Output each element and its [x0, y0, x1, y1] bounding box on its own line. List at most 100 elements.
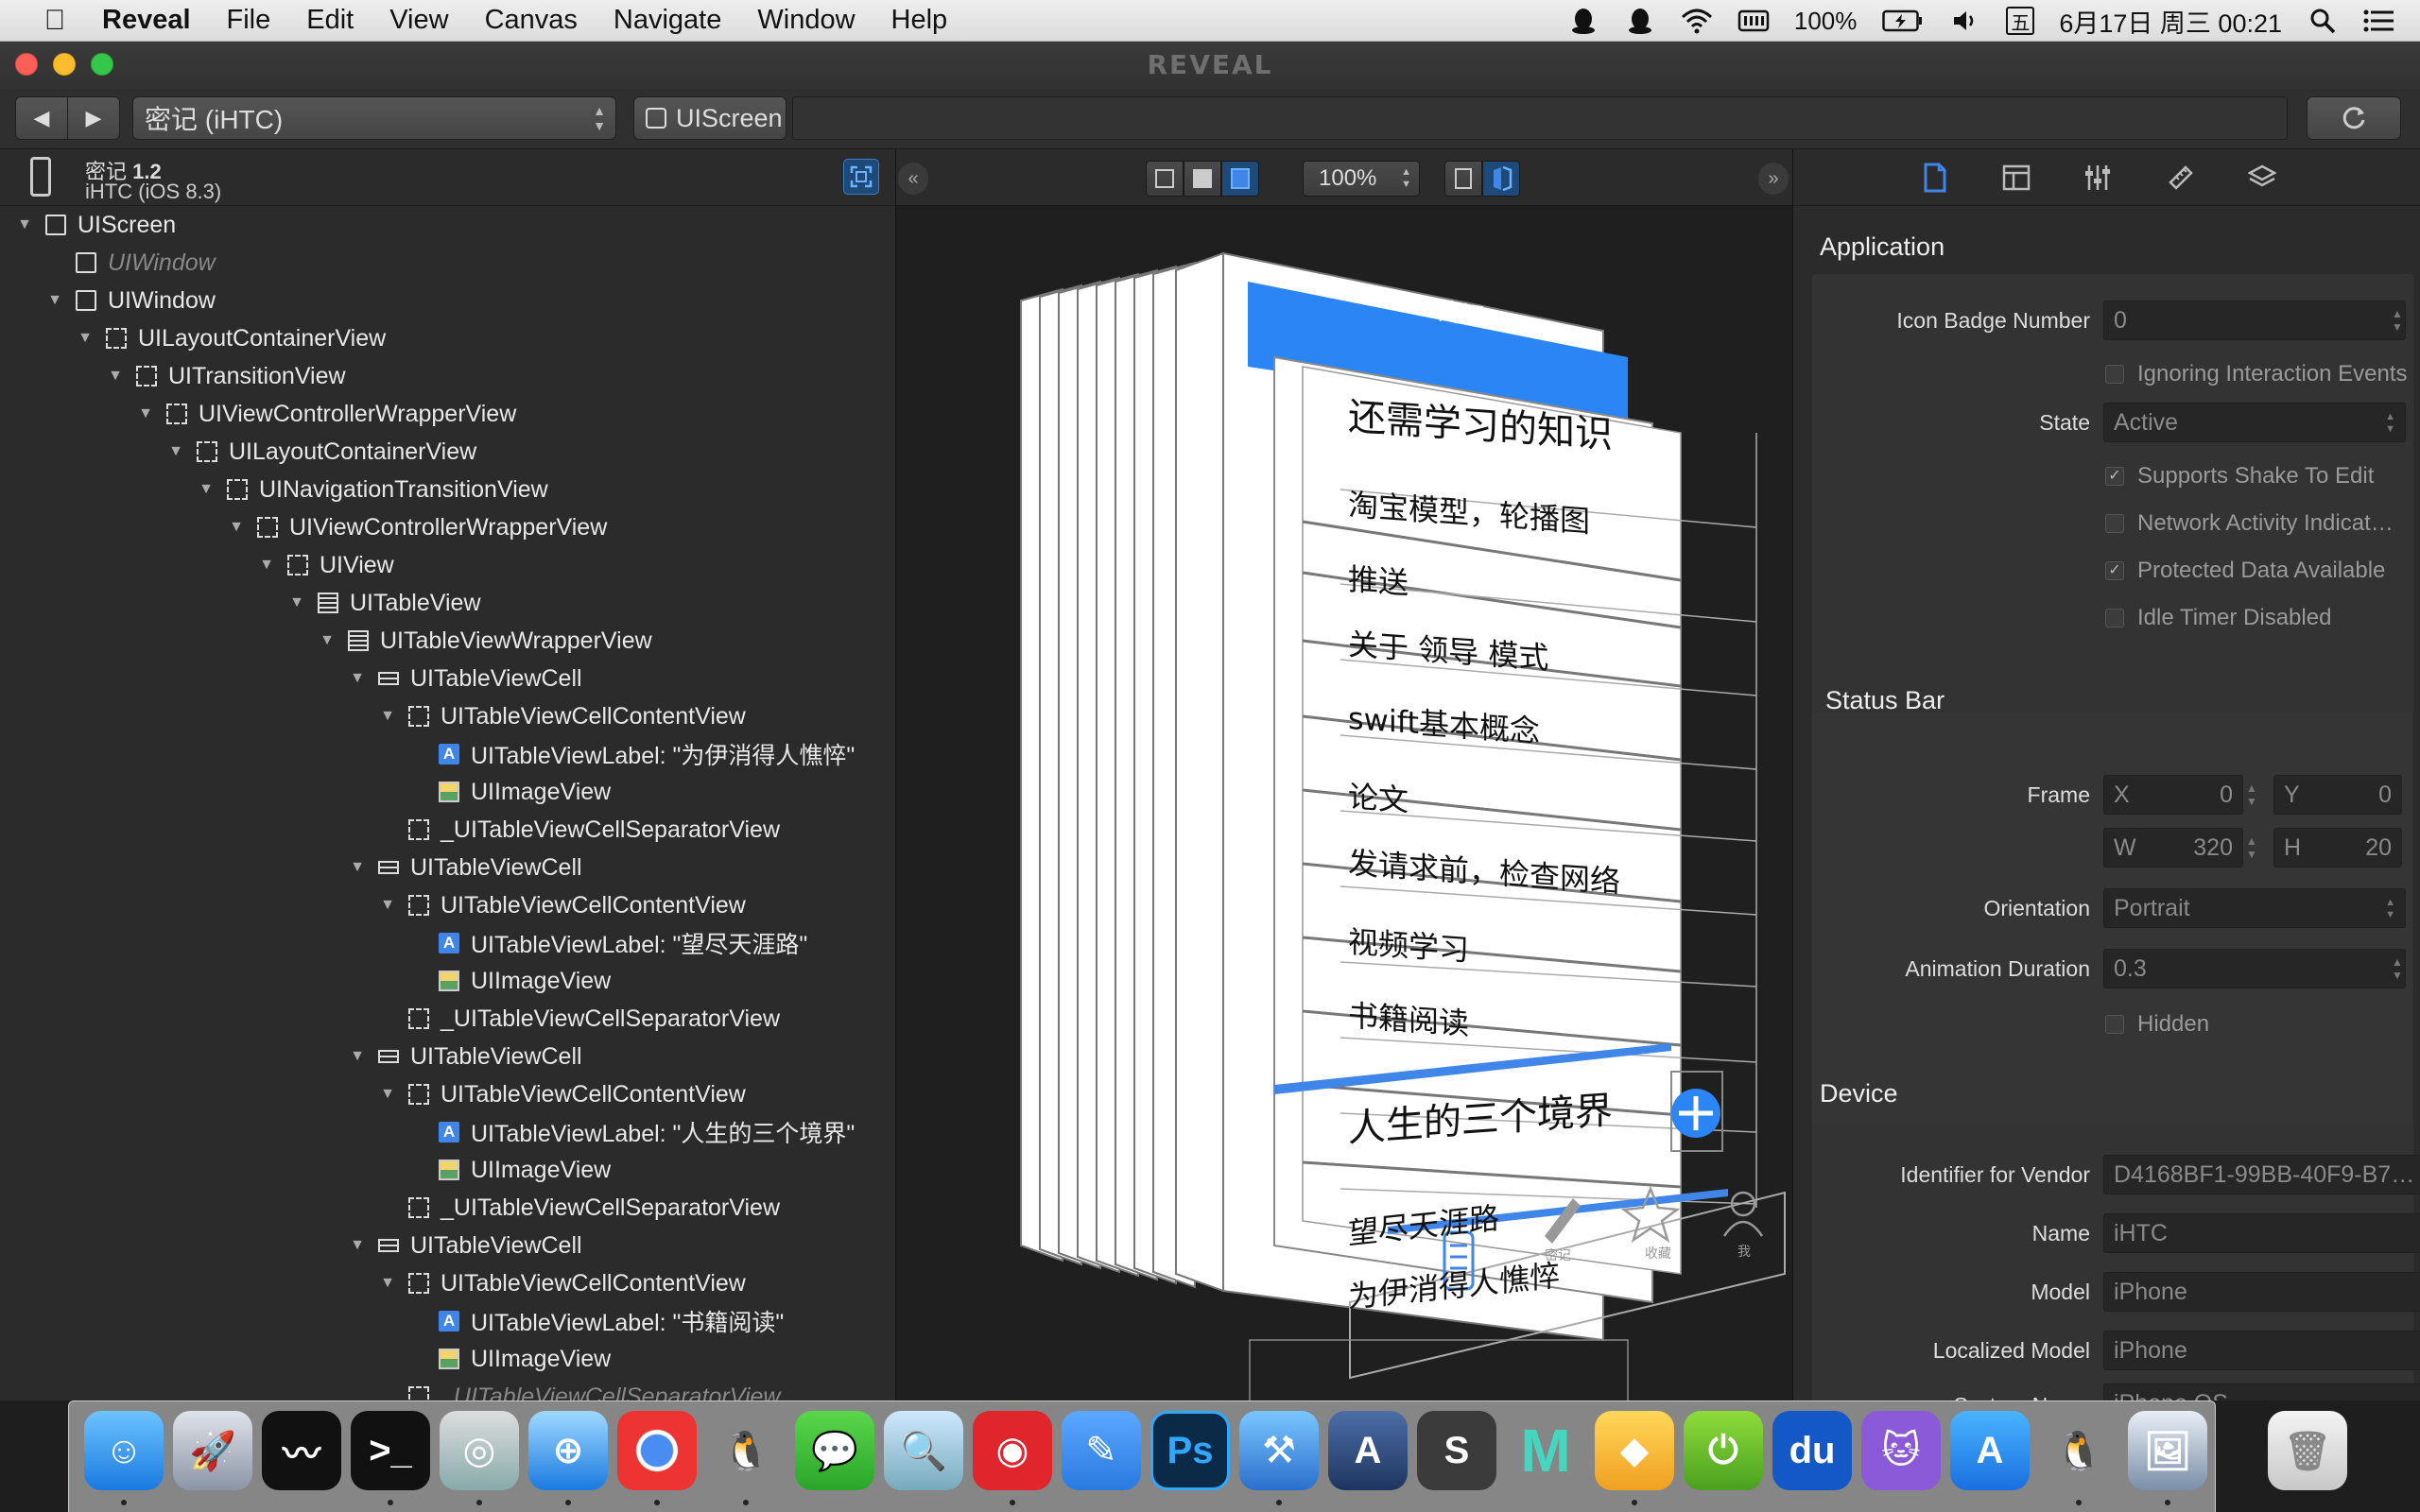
tab-identity[interactable] [1916, 159, 1954, 197]
tree-row[interactable]: A UITableViewLabel: "人生的三个境界" [0, 1113, 895, 1151]
zoom-select[interactable]: 100% ▲ ▼ [1303, 161, 1420, 197]
tree-row[interactable]: ▼ UITableView [0, 584, 895, 622]
disclosure-triangle-icon[interactable]: ▼ [348, 1048, 367, 1065]
breadcrumb-bar[interactable] [792, 96, 2288, 140]
tree-row[interactable]: UIImageView [0, 773, 895, 811]
orientation-select[interactable]: Portrait ▲ ▼ [2103, 888, 2406, 928]
vendor-id-field[interactable]: D4168BF1-99BB-40F9-B7… [2103, 1155, 2420, 1194]
dock-app-store-icon[interactable]: A [1950, 1411, 2030, 1490]
tree-row[interactable]: ▼ UITableViewCell [0, 660, 895, 697]
focus-button[interactable] [843, 159, 879, 195]
tree-row[interactable]: ▼ UITableViewCell [0, 849, 895, 886]
title-bar[interactable]: REVEAL [0, 42, 2420, 89]
idle-timer-checkbox[interactable]: Idle Timer Disabled [2105, 605, 2331, 631]
2d-mode-button[interactable] [1444, 161, 1482, 197]
3d-view-stack[interactable]: 简记 还需学习的知识 淘宝模型，轮播图 推送 关于 领导 模式 swift基本概… [896, 206, 1792, 1400]
shake-to-edit-checkbox[interactable]: ✓ Supports Shake To Edit [2105, 463, 2374, 490]
dock-activity-monitor-icon[interactable]: 〰 [262, 1411, 341, 1490]
volume-icon[interactable] [1949, 5, 1981, 37]
tree-row[interactable]: A UITableViewLabel: "望尽天涯路" [0, 924, 895, 962]
disclosure-triangle-icon[interactable]: ▼ [378, 897, 397, 914]
tree-row[interactable]: ▼ UITableViewCellContentView [0, 1264, 895, 1302]
dock-terminal-icon[interactable]: >_ [351, 1411, 430, 1490]
menu-canvas[interactable]: Canvas [485, 5, 578, 36]
dock-qq-icon[interactable]: 🐧 [706, 1411, 786, 1490]
clock[interactable]: 6月17日 周三 00:21 [2059, 3, 2282, 40]
battery-icon[interactable] [1881, 5, 1925, 37]
frame-y-field[interactable]: Y 0 [2273, 775, 2402, 815]
menu-view[interactable]: View [389, 5, 448, 36]
dock-sublime-text-icon[interactable]: S [1417, 1411, 1496, 1490]
disclosure-triangle-icon[interactable]: ▼ [348, 1237, 367, 1254]
disclosure-triangle-icon[interactable]: ▼ [15, 216, 34, 233]
animation-duration-stepper[interactable]: ▲ ▼ [2389, 949, 2406, 988]
disclosure-triangle-icon[interactable]: ▼ [76, 330, 95, 347]
dock-safari-icon[interactable]: ⊕ [528, 1411, 608, 1490]
show-both-button[interactable] [1221, 161, 1259, 197]
tree-row[interactable]: ▼ UIWindow [0, 282, 895, 319]
frame-w-field[interactable]: W 320 [2103, 828, 2243, 868]
tree-row[interactable]: ▼ UIViewControllerWrapperView [0, 395, 895, 433]
disclosure-triangle-icon[interactable]: ▼ [348, 670, 367, 687]
dock-instruments-icon[interactable]: A [1328, 1411, 1408, 1490]
protected-data-checkbox[interactable]: ✓ Protected Data Available [2105, 558, 2385, 584]
disclosure-triangle-icon[interactable]: ▼ [348, 859, 367, 876]
dock-iphoto-icon[interactable]: 🖼 [2128, 1411, 2207, 1490]
disclosure-triangle-icon[interactable]: ▼ [197, 481, 216, 498]
collapse-right-button[interactable]: » [1758, 163, 1789, 195]
tree-row[interactable]: _UITableViewCellSeparatorView [0, 1000, 895, 1038]
disclosure-triangle-icon[interactable]: ▼ [136, 405, 155, 422]
dock-wechat-icon[interactable]: 💬 [795, 1411, 874, 1490]
dock-finder-icon[interactable]: ☺ [84, 1411, 164, 1490]
dock-baidu-icon[interactable]: du [1772, 1411, 1852, 1490]
menu-file[interactable]: File [227, 5, 271, 36]
disclosure-triangle-icon[interactable]: ▼ [106, 368, 125, 385]
collapse-left-button[interactable]: « [898, 163, 928, 195]
dock-sketch-icon[interactable]: ◆ [1595, 1411, 1674, 1490]
forward-button[interactable]: ▶ [67, 96, 120, 140]
tree-row[interactable]: _UITableViewCellSeparatorView [0, 1189, 895, 1227]
dock-mou-icon[interactable]: M [1506, 1411, 1585, 1490]
qq-status-icon[interactable] [1567, 5, 1599, 37]
app-select[interactable]: 密记 (iHTC) ▲ ▼ [132, 96, 616, 140]
disclosure-triangle-icon[interactable]: ▼ [166, 443, 185, 460]
dock-chrome-icon[interactable] [617, 1411, 697, 1490]
tree-row[interactable]: ▼ UITableViewCell [0, 1038, 895, 1075]
memory-icon[interactable] [1737, 5, 1770, 37]
tree-row[interactable]: _UITableViewCellSeparatorView [0, 811, 895, 849]
system-name-field[interactable]: iPhone OS [2103, 1383, 2420, 1400]
dock-preview-icon[interactable]: 🔍 [884, 1411, 963, 1490]
menu-app-name[interactable]: Reveal [102, 5, 191, 36]
tab-layers[interactable] [2243, 159, 2281, 197]
menu-edit[interactable]: Edit [306, 5, 354, 36]
tree-row[interactable]: ▼ UIViewControllerWrapperView [0, 508, 895, 546]
tree-row[interactable]: UIImageView [0, 1340, 895, 1378]
menu-navigate[interactable]: Navigate [614, 5, 721, 36]
tree-row[interactable]: ▼ UITableViewCellContentView [0, 886, 895, 924]
disclosure-triangle-icon[interactable]: ▼ [318, 632, 337, 649]
tree-row[interactable]: ▼ UITableViewWrapperView [0, 622, 895, 660]
tab-layer[interactable] [2162, 159, 2200, 197]
tree-row[interactable]: ▼ UINavigationTransitionView [0, 471, 895, 508]
dock-xcode-instruments-icon[interactable]: ◎ [440, 1411, 519, 1490]
disclosure-triangle-icon[interactable]: ▼ [257, 557, 276, 574]
tree-row[interactable]: ▼ UITableViewCellContentView [0, 1075, 895, 1113]
dock-power-icon[interactable]: ⏻ [1684, 1411, 1763, 1490]
dock-github-icon[interactable]: 🐱 [1861, 1411, 1941, 1490]
show-content-button[interactable] [1184, 161, 1221, 197]
notification-center-icon[interactable] [2363, 5, 2395, 37]
model-field[interactable]: iPhone [2103, 1272, 2420, 1312]
3d-mode-button[interactable] [1482, 161, 1520, 197]
tree-row[interactable]: A UITableViewLabel: "书籍阅读" [0, 1302, 895, 1340]
menu-help[interactable]: Help [891, 5, 948, 36]
dock-qq-icon[interactable]: 🐧 [2039, 1411, 2118, 1490]
dock-trash-icon[interactable]: 🗑 [2268, 1411, 2347, 1490]
input-method-icon[interactable]: 五 [2006, 7, 2035, 35]
tree-row[interactable]: UIWindow [0, 244, 895, 282]
dock-launchpad-icon[interactable]: 🚀 [173, 1411, 252, 1490]
disclosure-triangle-icon[interactable]: ▼ [227, 519, 246, 536]
tree-row[interactable]: ▼ UITableViewCell [0, 1227, 895, 1264]
tree-row[interactable]: ▼ UILayoutContainerView [0, 433, 895, 471]
tree-row[interactable]: _UITableViewCellSeparatorView [0, 1378, 895, 1400]
frame-w-stepper[interactable]: ▲ ▼ [2243, 828, 2260, 868]
